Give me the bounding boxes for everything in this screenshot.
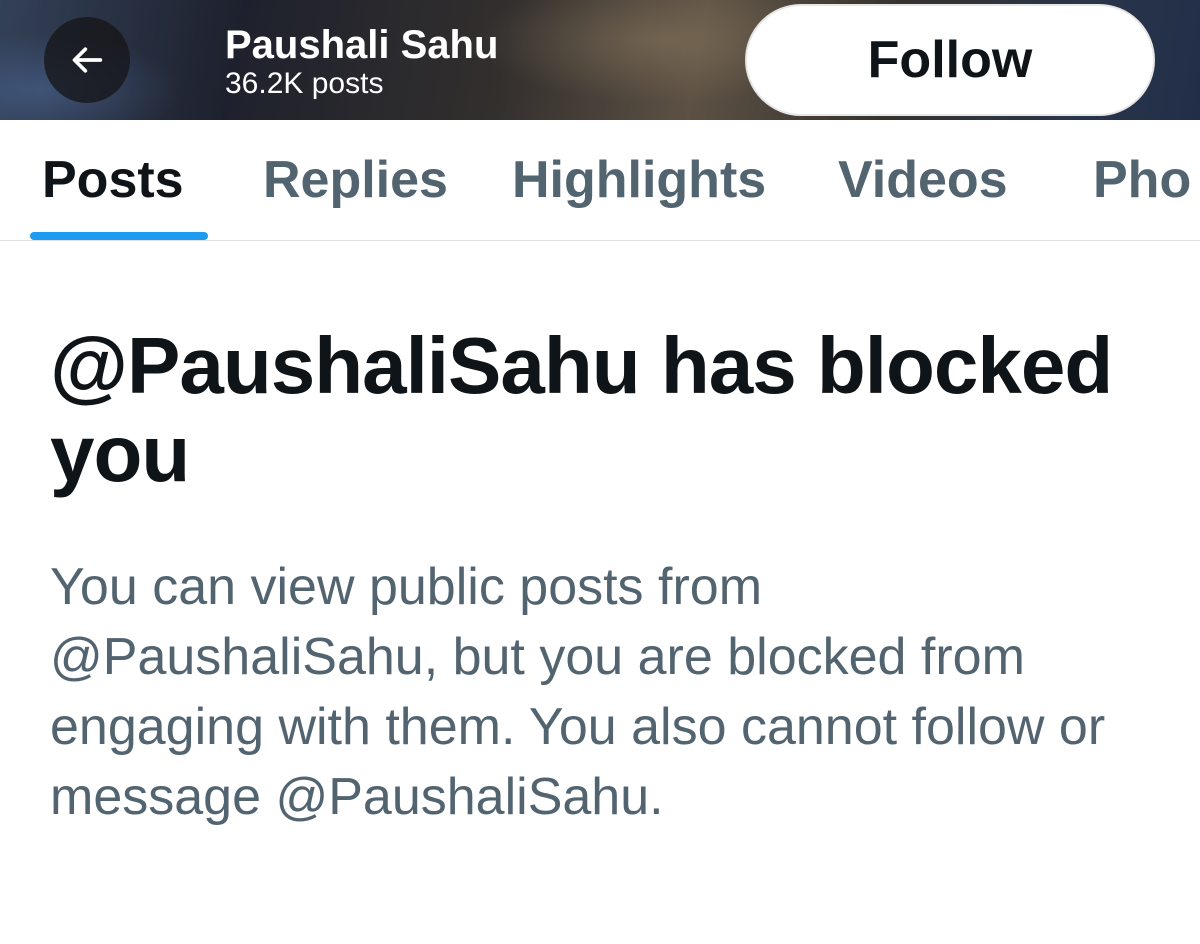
- active-tab-indicator: [30, 232, 208, 240]
- blocked-description: You can view public posts from @Paushali…: [50, 558, 1106, 826]
- tab-replies[interactable]: Replies: [263, 150, 448, 210]
- tab-posts[interactable]: Posts: [42, 150, 184, 210]
- arrow-left-icon: [72, 47, 103, 73]
- profile-tabs: Posts Replies Highlights Videos Pho: [0, 120, 1200, 241]
- back-button[interactable]: [44, 17, 130, 103]
- profile-header: Paushali Sahu 36.2K posts Follow: [0, 0, 1200, 120]
- follow-label: Follow: [867, 31, 1033, 89]
- tab-videos[interactable]: Videos: [838, 150, 1008, 210]
- profile-name: Paushali Sahu: [225, 23, 499, 67]
- tab-photos[interactable]: Pho: [1093, 150, 1191, 210]
- follow-button[interactable]: Follow: [745, 4, 1155, 116]
- blocked-title: @PaushaliSahu has blocked you: [50, 321, 1113, 498]
- post-count: 36.2K posts: [225, 67, 384, 100]
- tab-highlights[interactable]: Highlights: [512, 150, 766, 210]
